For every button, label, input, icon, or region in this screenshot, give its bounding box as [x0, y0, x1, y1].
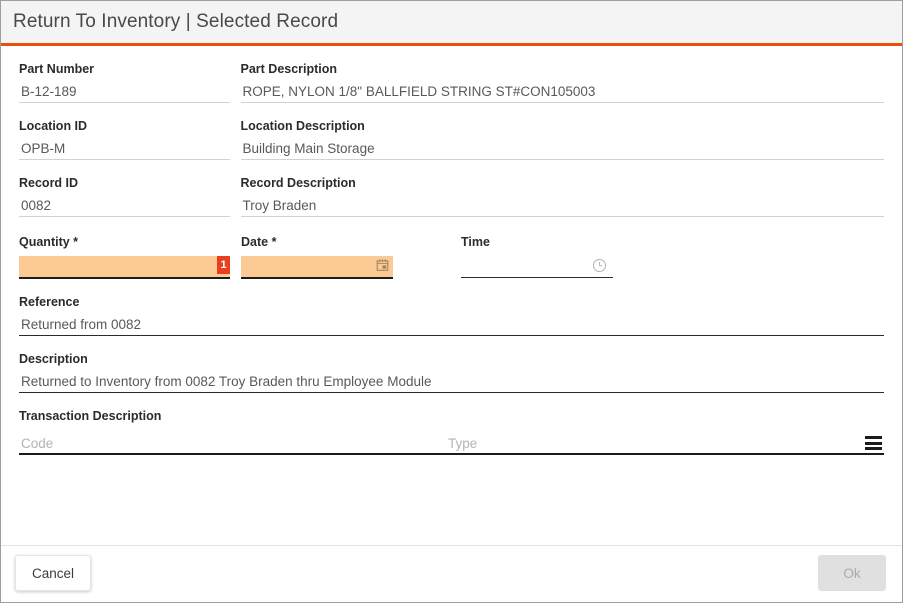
part-number-value: B-12-189 — [19, 83, 230, 103]
record-description-label: Record Description — [240, 176, 356, 190]
record-description-value: Troy Braden — [240, 197, 884, 217]
time-input[interactable] — [461, 256, 613, 278]
transaction-type-input[interactable]: Type — [446, 435, 477, 453]
time-label: Time — [461, 235, 490, 249]
record-id-label: Record ID — [19, 176, 79, 190]
form-body: Part Number B-12-189 Part Description RO… — [1, 46, 902, 543]
ok-button[interactable]: Ok — [818, 555, 886, 591]
hamburger-menu-icon[interactable] — [865, 436, 882, 450]
field-description: Description Returned to Inventory from 0… — [19, 336, 884, 393]
location-id-value: OPB-M — [19, 140, 230, 160]
field-location-description: Location Description Building Main Stora… — [240, 103, 884, 160]
field-quantity: Quantity * 1 — [19, 219, 230, 279]
transaction-description-label: Transaction Description — [19, 409, 162, 423]
field-record-description: Record Description Troy Braden — [240, 160, 884, 217]
location-description-value: Building Main Storage — [240, 140, 884, 160]
form-row-quantity-date-time: Quantity * 1 Date * Time — [19, 219, 884, 279]
transaction-description-row: Code Type — [19, 430, 884, 455]
dialog-footer: Cancel Ok — [1, 545, 902, 602]
layout-spacer — [393, 219, 461, 279]
reference-label: Reference — [19, 295, 80, 309]
field-reference: Reference Returned from 0082 — [19, 279, 884, 336]
cancel-button[interactable]: Cancel — [15, 555, 91, 591]
date-label: Date * — [241, 235, 277, 249]
description-input[interactable]: Returned to Inventory from 0082 Troy Bra… — [19, 373, 884, 393]
form-row-description: Description Returned to Inventory from 0… — [19, 336, 884, 393]
field-transaction-description: Transaction Description Code Type — [19, 393, 884, 455]
date-input[interactable] — [241, 256, 393, 279]
reference-input[interactable]: Returned from 0082 — [19, 316, 884, 336]
field-record-id: Record ID 0082 — [19, 160, 230, 217]
field-part-description: Part Description ROPE, NYLON 1/8" BALLFI… — [240, 46, 884, 103]
page-title: Return To Inventory | Selected Record — [13, 11, 339, 32]
form-row-record: Record ID 0082 Record Description Troy B… — [19, 160, 884, 217]
calendar-icon[interactable] — [376, 258, 389, 272]
description-label: Description — [19, 352, 88, 366]
field-location-id: Location ID OPB-M — [19, 103, 230, 160]
part-description-value: ROPE, NYLON 1/8" BALLFIELD STRING ST#CON… — [240, 83, 884, 103]
quantity-label: Quantity * — [19, 235, 79, 249]
form-row-reference: Reference Returned from 0082 — [19, 279, 884, 336]
transaction-code-input[interactable]: Code — [19, 435, 446, 453]
form-row-location: Location ID OPB-M Location Description B… — [19, 103, 884, 160]
clock-icon[interactable] — [592, 258, 607, 273]
location-id-label: Location ID — [19, 119, 88, 133]
field-time: Time — [461, 219, 613, 279]
quantity-error-badge: 1 — [217, 256, 230, 274]
return-to-inventory-dialog: Return To Inventory | Selected Record Pa… — [0, 0, 903, 603]
part-number-label: Part Number — [19, 62, 95, 76]
quantity-input[interactable]: 1 — [19, 256, 230, 279]
field-part-number: Part Number B-12-189 — [19, 46, 230, 103]
dialog-titlebar: Return To Inventory | Selected Record — [1, 1, 902, 46]
field-date: Date * — [241, 219, 393, 279]
location-description-label: Location Description — [240, 119, 365, 133]
part-description-label: Part Description — [240, 62, 338, 76]
record-id-value: 0082 — [19, 197, 230, 217]
form-row-part: Part Number B-12-189 Part Description RO… — [19, 46, 884, 103]
form-row-transaction-description: Transaction Description Code Type — [19, 393, 884, 455]
